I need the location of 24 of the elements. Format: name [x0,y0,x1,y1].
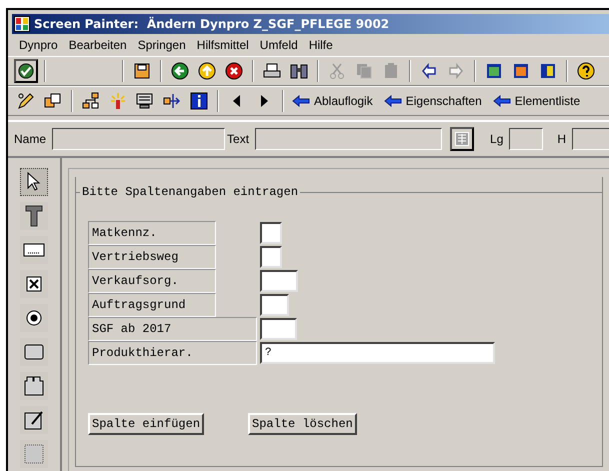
length-label: Lg [490,132,504,146]
menu-item[interactable]: Bearbeiten [64,37,132,53]
menu-item[interactable]: Hilfsmittel [192,37,254,53]
field-label: Produkthierar. [88,341,257,365]
input-field[interactable]: ? [260,342,495,364]
push-button[interactable]: Spalte einfügen [88,413,204,435]
menu-item[interactable]: Hilfe [304,37,338,53]
nav-button[interactable]: Elementliste [490,94,586,108]
text-label: Text [227,132,250,146]
field-label: Verkaufsorg. [88,269,216,293]
group-title: Bitte Spaltenangaben eintragen [80,185,300,199]
field-label: SGF ab 2017 [88,317,257,341]
field-label: Vertriebsweg [88,245,216,269]
nav-button[interactable]: Eigenschaften [382,94,488,108]
menu-item[interactable]: Dynpro [14,37,63,53]
field-label: Matkennz. [88,221,216,245]
nav-button[interactable]: Ablauflogik [290,94,379,108]
push-button[interactable]: Spalte löschen [248,413,357,435]
name-label: Name [14,132,46,146]
field-label: Auftragsgrund [88,293,216,317]
menu-item[interactable]: Umfeld [254,37,303,53]
height-label: H [557,132,566,146]
menu-item[interactable]: Springen [132,37,191,53]
window-title: Screen Painter: Ändern Dynpro Z_SGF_PFLEGE 9002 [34,17,390,31]
